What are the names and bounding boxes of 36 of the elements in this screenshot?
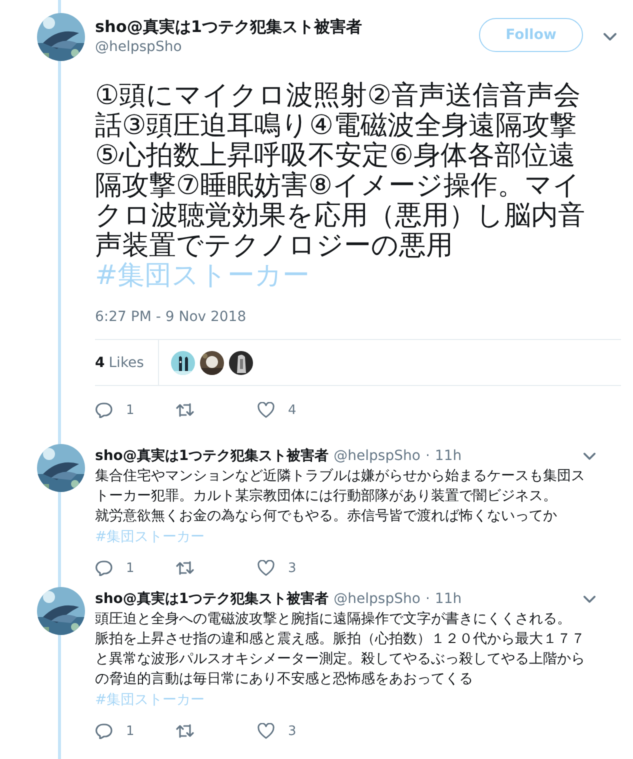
author-name[interactable]: sho@真実は1つテク犯集スト被害者 [95, 17, 479, 37]
reply-text: 脈拍を上昇させ指の違和感と震え感。脈拍（心拍数）１２０代から最大１７７と異常な波形パルスオキシメーター測定。殺してやるぶっ殺してやる上階からの脅迫的言動は毎日常にあり不安感と恐怖感をあおってくる [95, 630, 586, 689]
chevron-down-icon[interactable] [583, 452, 596, 460]
author-name[interactable]: sho@真実は1つテク犯集スト被害者 [95, 446, 329, 466]
retweet-icon[interactable] [176, 402, 194, 418]
reply-count: 1 [126, 724, 134, 738]
separator-dot: · [425, 447, 430, 466]
reply-time[interactable]: 11h [434, 446, 462, 466]
retweet-icon[interactable] [176, 560, 194, 576]
reply-icon[interactable] [95, 723, 113, 739]
author-name[interactable]: sho@真実は1つテク犯集スト被害者 [95, 589, 329, 609]
reply-time[interactable]: 11h [434, 589, 462, 609]
tweet-text: ①頭にマイクロ波照射②音声送信音声会話③頭圧迫耳鳴り④電磁波全身遠隔攻撃⑤心拍数上昇呼吸不安定⑥身体各部位遠隔攻撃⑦睡眠妨害⑧イメージ操作。マイクロ波聴覚効果を応用（悪用）し脳内音声装置でテクノロジーの悪用 [95, 81, 585, 261]
retweet-icon[interactable] [176, 723, 194, 739]
likes-label[interactable]: Likes [108, 354, 144, 370]
separator-dot: · [425, 590, 430, 609]
reply-text: 頭圧迫と全身への電磁波攻撃と腕指に遠隔操作で文字が書きにくくされる。 [95, 610, 572, 629]
author-handle[interactable]: @helpspSho [334, 446, 420, 466]
reply-icon[interactable] [95, 560, 113, 576]
reply-text: 集合住宅やマンションなど近隣トラブルは嫌がらせから始まるケースも集団ストーカー犯罪。カルト某宗教団体には行動部隊があり装置で闇ビジネス。 [95, 467, 586, 506]
like-count: 4 [288, 402, 296, 418]
chevron-down-icon[interactable] [603, 32, 617, 42]
heart-icon[interactable] [257, 723, 275, 739]
heart-icon[interactable] [257, 402, 275, 418]
chevron-down-icon[interactable] [583, 594, 596, 604]
reply-icon[interactable] [95, 402, 113, 418]
heart-icon[interactable] [257, 560, 275, 576]
like-count: 3 [288, 724, 296, 738]
reply-count: 1 [126, 560, 134, 576]
author-handle[interactable]: @helpspSho [95, 37, 479, 57]
reply-count: 1 [126, 402, 134, 418]
timestamp[interactable]: 6:27 PM - 9 Nov 2018 [95, 307, 621, 327]
reply-text: 就労意欲無くお金の為なら何でもやる。赤信号皆で渡れば怖くないってか [95, 507, 558, 526]
author-handle[interactable]: @helpspSho [334, 589, 420, 609]
likes-count[interactable]: 4 [95, 354, 105, 370]
like-count: 3 [288, 560, 296, 576]
